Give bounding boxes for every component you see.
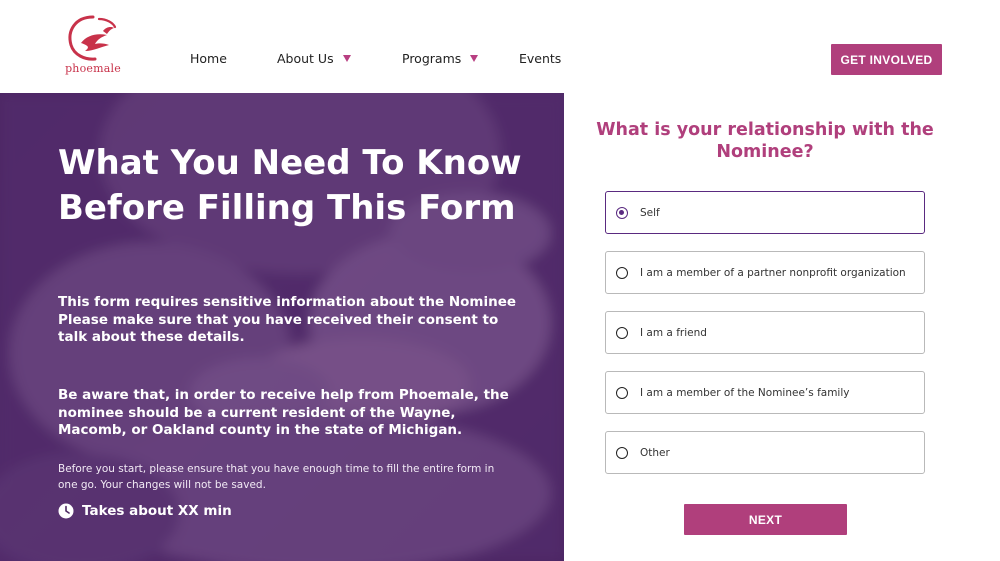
next-button[interactable]: NEXT [684,504,847,535]
option-self[interactable]: Self [605,191,925,234]
nav-about-us[interactable]: About Us [277,51,351,66]
nav-about-us-label: About Us [277,51,334,66]
option-label: I am a friend [640,326,707,339]
time-estimate: Takes about XX min [58,503,232,519]
nav-home-label: Home [190,51,227,66]
radio-icon[interactable] [616,266,628,279]
option-label: I am a member of the Nominee’s family [640,386,850,399]
relationship-form: What is your relationship with the Nomin… [564,93,1000,561]
nav-home[interactable]: Home [190,51,227,66]
question-title: What is your relationship with the Nomin… [596,120,934,162]
time-estimate-label: Takes about XX min [82,503,232,519]
caret-down-icon [342,55,351,62]
option-label: Other [640,446,670,459]
radio-selected-icon[interactable] [616,206,628,219]
nav-programs[interactable]: Programs [402,51,479,66]
hero-panel: What You Need To Know Before Filling Thi… [0,93,564,561]
radio-icon[interactable] [616,446,628,459]
nav-events[interactable]: Events [519,51,561,66]
nav-programs-label: Programs [402,51,462,66]
get-involved-button[interactable]: GET INVOLVED [831,44,942,75]
option-other[interactable]: Other [605,431,925,474]
phoenix-logo-icon [68,15,117,61]
site-header: phoemale Home About Us Programs Events G… [0,0,1000,93]
consent-paragraph: This form requires sensitive information… [58,294,517,345]
phoemale-logo[interactable]: phoemale [60,13,126,79]
hero-title: What You Need To Know Before Filling Thi… [58,143,522,228]
option-partner-nonprofit[interactable]: I am a member of a partner nonprofit org… [605,251,925,294]
option-label: I am a member of a partner nonprofit org… [640,266,906,279]
radio-icon[interactable] [616,326,628,339]
time-note: Before you start, please ensure that you… [58,463,495,491]
nav-events-label: Events [519,51,562,66]
logo-text: phoemale [65,62,121,75]
option-family[interactable]: I am a member of the Nominee’s family [605,371,925,414]
radio-icon[interactable] [616,386,628,399]
eligibility-paragraph: Be aware that, in order to receive help … [58,387,509,438]
option-label: Self [640,206,660,219]
clock-icon [58,503,74,519]
option-friend[interactable]: I am a friend [605,311,925,354]
caret-down-icon [470,55,479,62]
